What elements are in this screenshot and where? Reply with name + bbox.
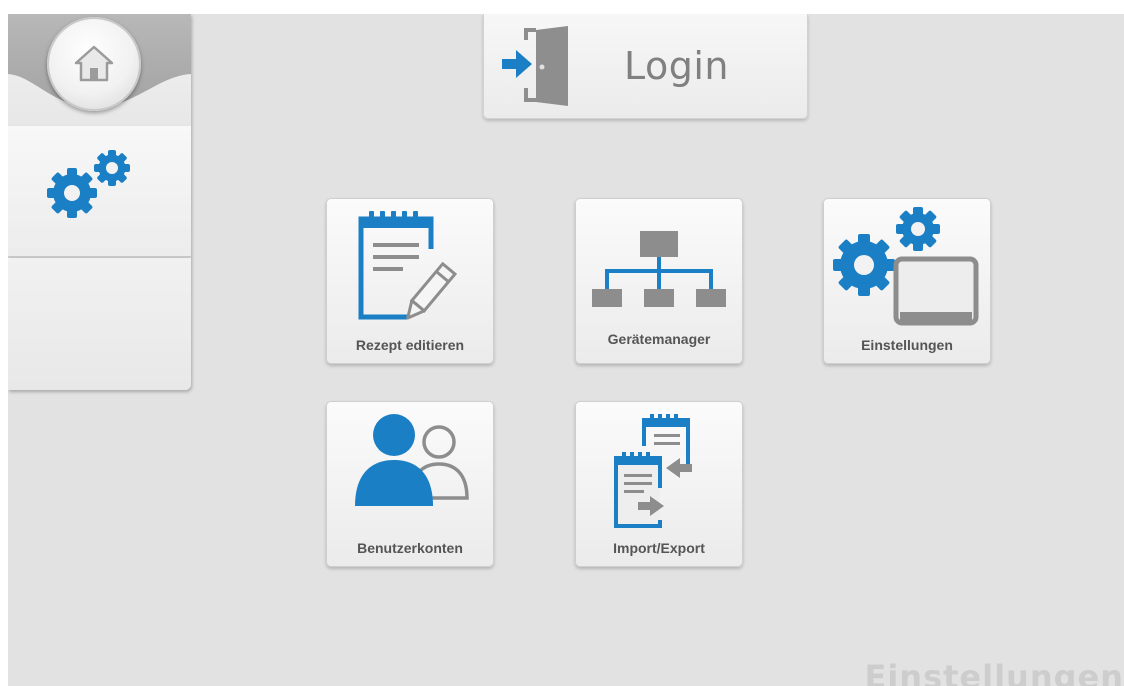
recipe-edit-icon [358, 211, 458, 320]
sidebar-item-settings[interactable] [8, 126, 191, 257]
login-label: Login [624, 44, 730, 88]
import-export-icon [614, 414, 692, 528]
home-icon [74, 45, 114, 82]
login-button[interactable]: Login [483, 14, 808, 119]
sidebar-item-empty [8, 258, 191, 390]
tile-label: Einstellungen [861, 337, 953, 353]
sidebar [8, 14, 191, 390]
home-button[interactable] [47, 17, 141, 111]
sidebar-header [8, 14, 191, 126]
tile-label: Gerätemanager [607, 331, 711, 347]
tile-label: Benutzerkonten [357, 540, 463, 556]
users-icon [355, 414, 469, 506]
device-tree-icon [592, 231, 726, 307]
page-title-watermark: Einstellungen [864, 658, 1124, 686]
tile-label: Import/Export [613, 540, 705, 556]
tile-settings[interactable]: Einstellungen [823, 198, 991, 364]
tile-recipe-edit[interactable]: Rezept editieren [326, 198, 494, 364]
tile-device-manager[interactable]: Gerätemanager [575, 198, 743, 364]
login-door-icon [502, 26, 568, 106]
settings-tablet-icon [833, 207, 979, 326]
main-screen: Login Rezept editieren Gerätemanager Ein… [8, 14, 1124, 686]
tile-user-accounts[interactable]: Benutzerkonten [326, 401, 494, 567]
tile-label: Rezept editieren [355, 337, 465, 353]
tile-import-export[interactable]: Import/Export [575, 401, 743, 567]
gears-icon [47, 150, 130, 218]
